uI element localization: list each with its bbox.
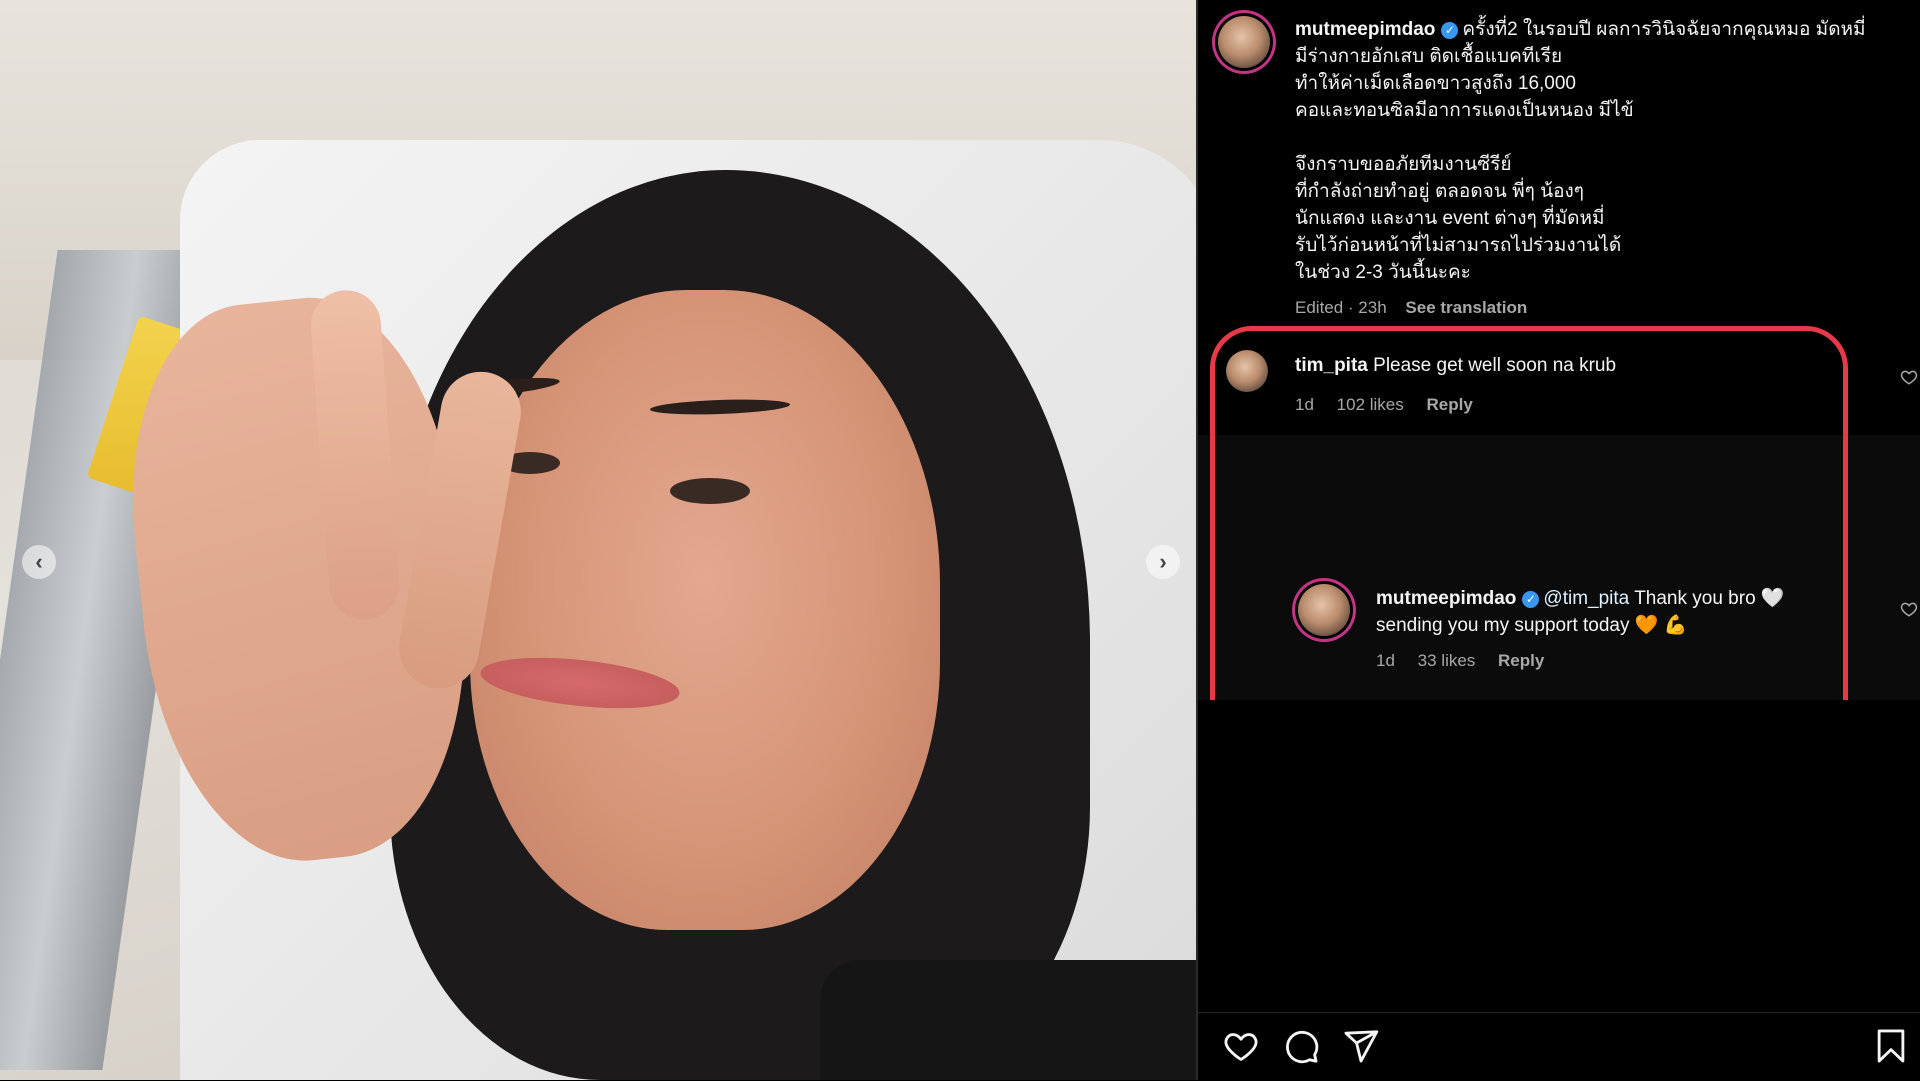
reply-meta: 1d 33 likes Reply: [1376, 651, 1544, 671]
comment-meta: 1d 102 likes Reply: [1295, 395, 1473, 415]
comments-panel: mutmeepimdao ✓ ครั้งที่2 ในรอบปี ผลการวินิ…: [1198, 0, 1920, 1080]
reply-author-username[interactable]: mutmeepimdao: [1376, 588, 1516, 609]
bookmark-icon[interactable]: [1872, 1027, 1910, 1065]
chevron-left-icon: ‹: [35, 549, 43, 574]
post-caption: mutmeepimdao ✓ ครั้งที่2 ในรอบปี ผลการวินิ…: [1295, 16, 1905, 286]
heart-icon[interactable]: [1222, 1027, 1260, 1065]
reply-line-1: mutmeepimdao ✓ @tim_pita Thank you bro 🤍: [1376, 585, 1785, 612]
reply-like-heart-icon[interactable]: [1900, 600, 1918, 618]
post-meta: Edited · 23h See translation: [1295, 298, 1527, 318]
reply-item: mutmeepimdao ✓ @tim_pita Thank you bro 🤍 s…: [1198, 570, 1920, 700]
comment-item: tim_pita Please get well soon na krub 1d…: [1198, 340, 1920, 435]
post-photo[interactable]: ‹ ›: [0, 0, 1196, 1080]
reply-text-line-1: Thank you bro 🤍: [1634, 588, 1785, 609]
post-author-username[interactable]: mutmeepimdao: [1295, 19, 1435, 40]
post-author-avatar[interactable]: [1218, 16, 1270, 68]
comment-time: 1d: [1295, 395, 1314, 414]
comment-text: Please get well soon na krub: [1373, 355, 1617, 376]
reply-time: 1d: [1376, 651, 1395, 670]
previous-photo-button[interactable]: ‹: [22, 545, 56, 579]
reply-author-avatar[interactable]: [1298, 584, 1350, 636]
verified-badge-icon: ✓: [1441, 22, 1459, 39]
caption-line-10: ในช่วง 2-3 วันนี้นะคะ: [1295, 262, 1471, 283]
caption-line-7: ที่กำลังถ่ายทำอยู่ ตลอดจน พี่ๆ น้องๆ: [1295, 181, 1584, 202]
comment-likes[interactable]: 102 likes: [1337, 395, 1404, 414]
caption-line-3: ทำให้ค่าเม็ดเลือดขาวสูงถึง 16,000: [1295, 73, 1576, 94]
comment-author-avatar[interactable]: [1226, 350, 1268, 392]
caption-line-9: รับไว้ก่อนหน้าที่ไม่สามารถไปร่วมงานได้: [1295, 235, 1622, 256]
reply-mention[interactable]: @tim_pita: [1543, 588, 1629, 609]
caption-line-1: mutmeepimdao ✓ ครั้งที่2 ในรอบปี ผลการวินิ…: [1295, 19, 1866, 40]
post-edited-time: Edited · 23h: [1295, 298, 1387, 317]
reply-likes[interactable]: 33 likes: [1418, 651, 1476, 670]
caption-line-6: จึงกราบขออภัยทีมงานซีรีย์: [1295, 154, 1512, 175]
reply-text-line-2: sending you my support today 🧡 💪: [1376, 615, 1688, 636]
photo-shirt: [820, 960, 1196, 1080]
caption-line-5: [1295, 124, 1905, 151]
comment-reply-button[interactable]: Reply: [1427, 395, 1473, 414]
caption-line-2: มีร่างกายอักเสบ ติดเชื้อแบคทีเรีย: [1295, 46, 1563, 67]
send-icon[interactable]: [1342, 1027, 1380, 1065]
comment-body: tim_pita Please get well soon na krub: [1295, 352, 1616, 379]
next-photo-button[interactable]: ›: [1146, 545, 1180, 579]
verified-badge-icon: ✓: [1522, 591, 1540, 608]
caption-line-4: คอและทอนซิลมีอาการแดงเป็นหนอง มีไข้: [1295, 100, 1634, 121]
chevron-right-icon: ›: [1159, 549, 1167, 574]
post-action-bar: [1198, 1012, 1920, 1081]
comment-author-username[interactable]: tim_pita: [1295, 355, 1368, 376]
caption-line-8: นักแสดง และงาน event ต่างๆ ที่มัดหมี่: [1295, 208, 1605, 229]
reply-body: mutmeepimdao ✓ @tim_pita Thank you bro 🤍 s…: [1376, 585, 1785, 639]
replies-spacer: [1198, 435, 1920, 570]
comments-empty-area: [1198, 700, 1920, 1022]
reply-reply-button[interactable]: Reply: [1498, 651, 1544, 670]
comment-like-heart-icon[interactable]: [1900, 368, 1918, 386]
see-translation-link[interactable]: See translation: [1405, 298, 1527, 317]
comment-icon[interactable]: [1282, 1027, 1320, 1065]
photo-eye-right: [670, 478, 750, 504]
